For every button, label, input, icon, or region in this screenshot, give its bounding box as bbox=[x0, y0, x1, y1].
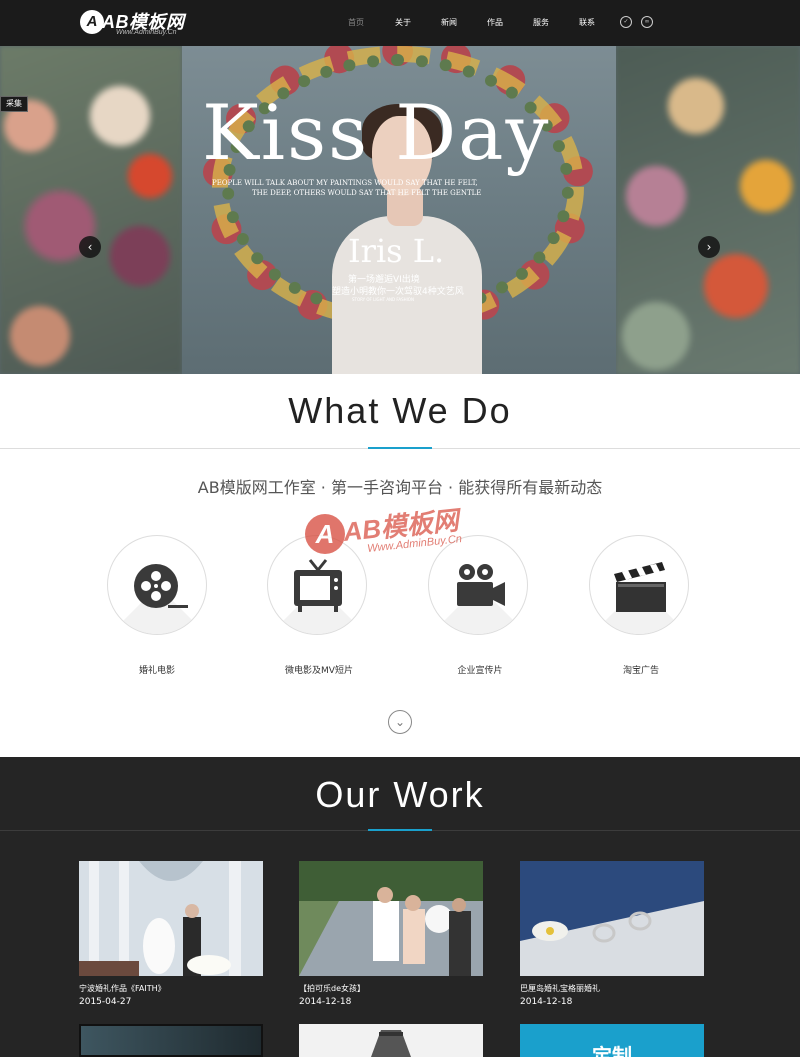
service-corporate-film[interactable] bbox=[428, 535, 528, 635]
service-label: 婚礼电影 bbox=[138, 666, 175, 676]
hero-subtitle: PEOPLE WILL TALK ABOUT MY PAINTINGS WOUL… bbox=[212, 178, 481, 198]
work-date: 2014-12-18 bbox=[520, 997, 573, 1007]
nav-about[interactable]: 关于 bbox=[395, 17, 411, 28]
film-reel-icon bbox=[134, 564, 188, 608]
hero-name: Iris L. bbox=[348, 232, 445, 270]
work-date: 2014-12-18 bbox=[299, 997, 352, 1007]
rings-scene bbox=[520, 861, 704, 976]
collect-badge[interactable]: 采集 bbox=[0, 96, 28, 112]
nav-services[interactable]: 服务 bbox=[533, 17, 549, 28]
section-accent bbox=[368, 447, 432, 449]
hero-line3: STORY OF LIGHT AND FASHION bbox=[352, 297, 414, 302]
watermark-text: AB模板网 bbox=[341, 505, 460, 547]
custom-label: 定制 bbox=[592, 1044, 632, 1057]
service-wedding-film[interactable] bbox=[107, 535, 207, 635]
work-caption[interactable]: 宁波婚礼作品《FAITH》 bbox=[79, 983, 166, 994]
service-label: 淘宝广告 bbox=[622, 666, 659, 676]
service-label: 微电影及MV短片 bbox=[285, 666, 353, 676]
clapperboard-icon bbox=[614, 562, 666, 612]
main-nav: 首页 关于 新闻 作品 服务 联系 ✓ ∞ bbox=[0, 0, 800, 46]
service-label: 企业宣传片 bbox=[457, 666, 503, 676]
work-thumbnail-church-wedding[interactable] bbox=[79, 861, 263, 976]
what-we-do-title: What We Do bbox=[288, 390, 512, 431]
what-we-do-subtitle: AB模版网工作室 · 第一手咨询平台 · 能获得所有最新动态 bbox=[197, 478, 603, 497]
service-taobao-ad[interactable] bbox=[589, 535, 689, 635]
nav-works[interactable]: 作品 bbox=[487, 17, 503, 28]
chevron-down-icon[interactable]: ⌄ bbox=[388, 710, 412, 734]
hero-slide[interactable]: Kiss Day PEOPLE WILL TALK ABOUT MY PAINT… bbox=[182, 46, 616, 374]
work-caption[interactable]: 【拍可乐de女孩】 bbox=[299, 983, 365, 994]
nav-contact[interactable]: 联系 bbox=[579, 17, 595, 28]
hero-side-right bbox=[616, 46, 800, 374]
outdoor-scene bbox=[299, 861, 483, 976]
work-thumbnail-row2-2[interactable] bbox=[299, 1024, 483, 1057]
weibo-icon[interactable]: ✓ bbox=[620, 16, 632, 28]
work-date: 2015-04-27 bbox=[79, 997, 132, 1007]
work-thumbnail-cola-girls[interactable] bbox=[299, 861, 483, 976]
chevron-left-icon[interactable]: ‹ bbox=[79, 236, 101, 258]
nav-news[interactable]: 新闻 bbox=[441, 17, 457, 28]
hero-slider: Kiss Day PEOPLE WILL TALK ABOUT MY PAINT… bbox=[0, 46, 800, 374]
wechat-icon[interactable]: ∞ bbox=[641, 16, 653, 28]
work-thumbnail-row2-1[interactable] bbox=[79, 1024, 263, 1057]
church-scene bbox=[79, 861, 263, 976]
section-accent bbox=[368, 829, 432, 831]
hero-line2: 塑造小明教你一次驾驭4种文艺风 bbox=[332, 287, 464, 297]
work-caption[interactable]: 巴厘岛婚礼宝格丽婚礼 bbox=[520, 983, 600, 994]
chevron-right-icon[interactable]: › bbox=[698, 236, 720, 258]
service-micro-film[interactable] bbox=[267, 535, 367, 635]
tower-scene bbox=[299, 1024, 483, 1057]
header: A AB模板网 Www.AdminBuy.Cn 首页 关于 新闻 作品 服务 联… bbox=[0, 0, 800, 46]
hero-subtitle-line1: PEOPLE WILL TALK ABOUT MY PAINTINGS WOUL… bbox=[212, 179, 478, 187]
nav-home[interactable]: 首页 bbox=[348, 17, 364, 28]
work-thumbnail-bali-rings[interactable] bbox=[520, 861, 704, 976]
hero-title: Kiss Day bbox=[202, 88, 551, 177]
work-thumbnail-row2-3[interactable]: 定制 bbox=[520, 1024, 704, 1057]
tv-icon bbox=[294, 559, 342, 612]
our-work-title: Our Work bbox=[315, 774, 485, 815]
hero-subtitle-line2: THE DEEP, OTHERS WOULD SAY THAT HE FELT … bbox=[252, 189, 482, 197]
video-camera-icon bbox=[457, 564, 505, 606]
